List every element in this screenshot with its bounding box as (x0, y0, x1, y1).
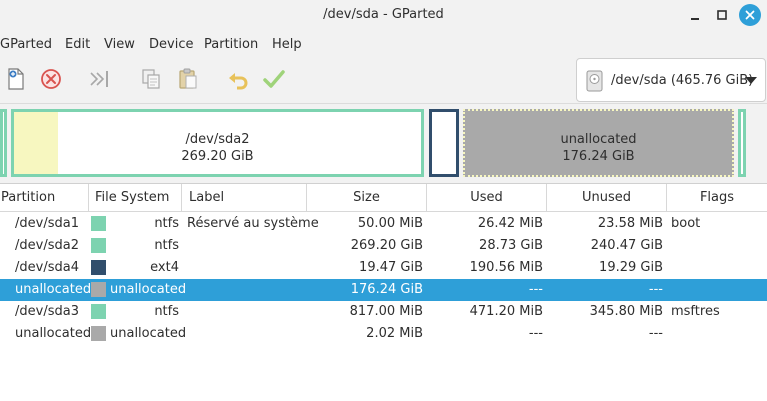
cell-partition: /dev/sda2 (15, 238, 79, 253)
map-segment-sda3[interactable] (738, 109, 746, 177)
device-selector[interactable]: /dev/sda (465.76 GiB) (576, 58, 766, 102)
column-partition[interactable]: Partition (0, 184, 89, 212)
minimize-button[interactable] (684, 4, 706, 26)
paste-icon (179, 68, 197, 89)
cell-unused: 345.80 MiB (589, 304, 663, 319)
maximize-icon (717, 10, 727, 20)
copy-button[interactable] (139, 67, 163, 91)
delete-partition-button[interactable] (39, 67, 63, 91)
column-unused[interactable]: Unused (547, 184, 667, 212)
cell-unused: 240.47 GiB (590, 238, 663, 253)
map-segment-sda1[interactable] (0, 109, 7, 177)
resize-move-button[interactable] (88, 67, 112, 91)
menu-partition[interactable]: Partition (204, 37, 258, 52)
fs-color-swatch (91, 304, 106, 319)
cell-partition: unallocated (15, 282, 92, 297)
partition-map: /dev/sda2 269.20 GiB unallocated 176.24 … (0, 104, 767, 184)
cell-partition: /dev/sda4 (15, 260, 79, 275)
minimize-icon (691, 18, 699, 20)
cell-unused: --- (648, 326, 663, 341)
column-label[interactable]: Label (182, 184, 307, 212)
fs-color-swatch (91, 238, 106, 253)
cell-used: --- (528, 326, 543, 341)
column-used[interactable]: Used (427, 184, 547, 212)
table-row[interactable]: unallocated unallocated 2.02 MiB --- --- (0, 323, 767, 345)
fs-color-swatch (91, 326, 106, 341)
column-flags[interactable]: Flags (667, 184, 767, 212)
table-row[interactable]: /dev/sda2 ntfs 269.20 GiB 28.73 GiB 240.… (0, 235, 767, 257)
menu-gparted[interactable]: GParted (0, 37, 52, 52)
cell-unused: 19.29 GiB (599, 260, 663, 275)
cell-size: 2.02 MiB (366, 326, 423, 341)
menu-bar: GParted Edit View Device Partition Help (0, 31, 767, 57)
cell-size: 817.00 MiB (349, 304, 423, 319)
delete-icon (41, 69, 61, 89)
table-row[interactable]: /dev/sda3 ntfs 817.00 MiB 471.20 MiB 345… (0, 301, 767, 323)
device-label: /dev/sda (465.76 GiB) (611, 73, 754, 88)
map-segment-unallocated[interactable]: unallocated 176.24 GiB (463, 109, 734, 177)
map-unallocated-name: unallocated (560, 132, 637, 147)
fs-color-swatch (91, 260, 106, 275)
cell-file-system: ext4 (150, 260, 179, 275)
table-row[interactable]: /dev/sda4 ext4 19.47 GiB 190.56 MiB 19.2… (0, 257, 767, 279)
toolbar: /dev/sda (465.76 GiB) (0, 57, 767, 104)
cell-label: Réservé au système (187, 216, 319, 231)
apply-button[interactable] (262, 67, 286, 91)
window-title: /dev/sda - GParted (323, 7, 444, 22)
cell-flags: msftres (671, 304, 720, 319)
menu-view[interactable]: View (104, 37, 135, 52)
map-segment-sda4[interactable] (429, 109, 459, 177)
copy-icon (142, 69, 160, 89)
cell-partition: /dev/sda1 (15, 216, 79, 231)
cell-size: 269.20 GiB (350, 238, 423, 253)
menu-edit[interactable]: Edit (65, 37, 90, 52)
close-icon (745, 10, 755, 20)
hard-disk-icon (586, 70, 603, 92)
cell-size: 50.00 MiB (357, 216, 423, 231)
resize-move-icon (90, 71, 108, 87)
map-sda2-size: 269.20 GiB (181, 149, 254, 164)
cell-file-system: ntfs (154, 238, 179, 253)
cell-size: 176.24 GiB (350, 282, 423, 297)
cell-partition: /dev/sda3 (15, 304, 79, 319)
cell-used: 26.42 MiB (477, 216, 543, 231)
cell-used: --- (528, 282, 543, 297)
fs-color-swatch (91, 216, 106, 231)
cell-used: 190.56 MiB (469, 260, 543, 275)
fs-color-swatch (91, 282, 106, 297)
cell-file-system: ntfs (154, 216, 179, 231)
column-file-system[interactable]: File System (89, 184, 182, 212)
column-size[interactable]: Size (307, 184, 427, 212)
close-button[interactable] (739, 4, 761, 26)
cell-file-system: unallocated (110, 282, 187, 297)
cell-unused: 23.58 MiB (597, 216, 663, 231)
table-row[interactable]: /dev/sda1 ntfs Réservé au système 50.00 … (0, 213, 767, 235)
checkmark-icon (263, 70, 285, 88)
cell-used: 471.20 MiB (469, 304, 543, 319)
map-unallocated-size: 176.24 GiB (562, 149, 635, 164)
undo-button[interactable] (226, 67, 250, 91)
new-partition-button[interactable] (4, 67, 28, 91)
maximize-button[interactable] (711, 4, 733, 26)
paste-button[interactable] (176, 67, 200, 91)
cell-unused: --- (648, 282, 663, 297)
cell-used: 28.73 GiB (479, 238, 543, 253)
new-document-icon (8, 68, 24, 90)
cell-flags: boot (671, 216, 701, 231)
title-bar: /dev/sda - GParted (0, 0, 767, 31)
table-row-selected[interactable]: unallocated unallocated 176.24 GiB --- -… (0, 279, 767, 301)
map-segment-sda2[interactable]: /dev/sda2 269.20 GiB (11, 109, 424, 177)
menu-help[interactable]: Help (272, 37, 302, 52)
cell-partition: unallocated (15, 326, 92, 341)
cell-file-system: ntfs (154, 304, 179, 319)
menu-device[interactable]: Device (149, 37, 193, 52)
partition-table-header: Partition File System Label Size Used Un… (0, 184, 767, 212)
dropdown-arrow-icon (745, 77, 757, 84)
cell-size: 19.47 GiB (359, 260, 423, 275)
undo-icon (229, 73, 248, 90)
map-sda2-name: /dev/sda2 (185, 132, 250, 147)
cell-file-system: unallocated (110, 326, 187, 341)
